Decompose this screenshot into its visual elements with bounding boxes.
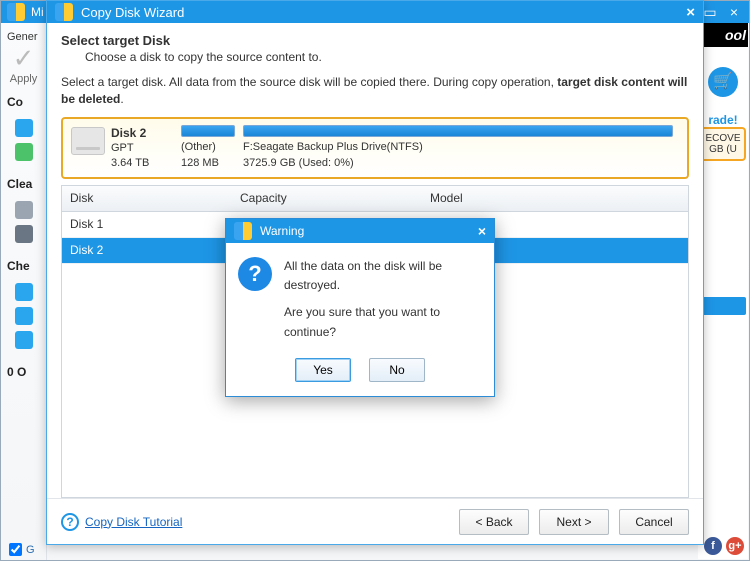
wizard-title: Copy Disk Wizard	[81, 5, 184, 20]
app-logo-icon	[7, 3, 25, 21]
section-co: Co	[5, 85, 42, 113]
partition-2-size: 3725.9 GB (Used: 0%)	[243, 157, 679, 169]
tool-icon-4[interactable]	[15, 307, 33, 325]
question-icon: ?	[238, 257, 272, 291]
trash-icon[interactable]	[15, 225, 33, 243]
section-clea: Clea	[5, 167, 42, 195]
td-disk: Disk 2	[62, 243, 232, 257]
warning-logo-icon	[234, 222, 252, 240]
yes-button[interactable]: Yes	[295, 358, 351, 382]
status-checkbox[interactable]	[9, 543, 22, 556]
partition-bar-1	[181, 125, 235, 137]
wizard-footer: ? Copy Disk Tutorial < Back Next > Cance…	[47, 498, 703, 544]
cart-icon[interactable]: 🛒	[708, 67, 738, 97]
parent-close-button[interactable]: ×	[725, 4, 743, 20]
instr-a: Select a target disk. All data from the …	[61, 75, 557, 89]
tool-icon-2[interactable]	[15, 143, 33, 161]
card-disk-scheme: GPT	[111, 141, 149, 156]
section-zero-o: 0 O	[5, 355, 42, 383]
warning-line-1: All the data on the disk will be destroy…	[284, 257, 482, 295]
brand-fragment: ool	[698, 23, 748, 47]
instr-c: .	[120, 92, 123, 106]
back-button[interactable]: < Back	[459, 509, 529, 535]
warning-line-2: Are you sure that you want to continue?	[284, 303, 482, 341]
status-bar: G	[9, 543, 35, 556]
right-strip: ool 🛒 rade! ECOVE GB (U f g+	[698, 23, 748, 559]
table-header: Disk Capacity Model	[62, 186, 688, 212]
card-disk-size: 3.64 TB	[111, 156, 149, 171]
disk-icon	[71, 127, 105, 155]
help-icon: ?	[61, 513, 79, 531]
warning-text: All the data on the disk will be destroy…	[284, 257, 482, 342]
no-button[interactable]: No	[369, 358, 425, 382]
section-heading: Select target Disk	[61, 33, 689, 50]
warning-close-button[interactable]: ×	[478, 223, 486, 239]
selected-disk-card: Disk 2 GPT 3.64 TB (Other) 128 MB F:Seag…	[61, 117, 689, 179]
left-toolstrip: Gener ✓ Apply Co Clea Che 0 O	[1, 23, 47, 560]
recov-line1: ECOVE	[704, 133, 742, 144]
facebook-icon[interactable]: f	[704, 537, 722, 555]
status-text: G	[26, 544, 35, 556]
section-subheading: Choose a disk to copy the source content…	[61, 50, 689, 74]
wizard-logo-icon	[55, 3, 73, 21]
warning-titlebar: Warning ×	[226, 219, 494, 243]
tool-icon-1[interactable]	[15, 119, 33, 137]
partition-2-label: F:Seagate Backup Plus Drive(NTFS)	[243, 141, 679, 153]
partition-1-label: (Other)	[181, 141, 235, 153]
upgrade-label[interactable]: rade!	[698, 113, 748, 127]
wizard-titlebar: Copy Disk Wizard ×	[47, 1, 703, 23]
cancel-button[interactable]: Cancel	[619, 509, 689, 535]
googleplus-icon[interactable]: g+	[726, 537, 744, 555]
tool-icon-3[interactable]	[15, 283, 33, 301]
recov-line2: GB (U	[704, 144, 742, 155]
recovery-box[interactable]: ECOVE GB (U	[700, 127, 746, 161]
partition-bar-2	[243, 125, 673, 137]
card-disk-name: Disk 2	[111, 125, 149, 141]
th-model[interactable]: Model	[422, 191, 688, 205]
apply-label[interactable]: Apply	[5, 73, 42, 85]
tab-general[interactable]: Gener	[5, 31, 42, 43]
checkmark-icon: ✓	[11, 47, 37, 73]
next-button[interactable]: Next >	[539, 509, 609, 535]
instruction-text: Select a target disk. All data from the …	[61, 74, 689, 117]
wizard-close-button[interactable]: ×	[686, 4, 695, 21]
th-disk[interactable]: Disk	[62, 191, 232, 205]
td-disk: Disk 1	[62, 217, 232, 231]
th-capacity[interactable]: Capacity	[232, 191, 422, 205]
section-che: Che	[5, 249, 42, 277]
globe-icon[interactable]	[15, 201, 33, 219]
partition-1-size: 128 MB	[181, 157, 235, 169]
parent-title: Mi	[31, 5, 44, 19]
warning-dialog: Warning × ? All the data on the disk wil…	[225, 218, 495, 397]
warning-title: Warning	[260, 224, 304, 238]
tutorial-link-wrap: ? Copy Disk Tutorial	[61, 513, 182, 531]
tutorial-link[interactable]: Copy Disk Tutorial	[85, 515, 182, 529]
tool-icon-5[interactable]	[15, 331, 33, 349]
blue-action-box[interactable]	[700, 297, 746, 315]
